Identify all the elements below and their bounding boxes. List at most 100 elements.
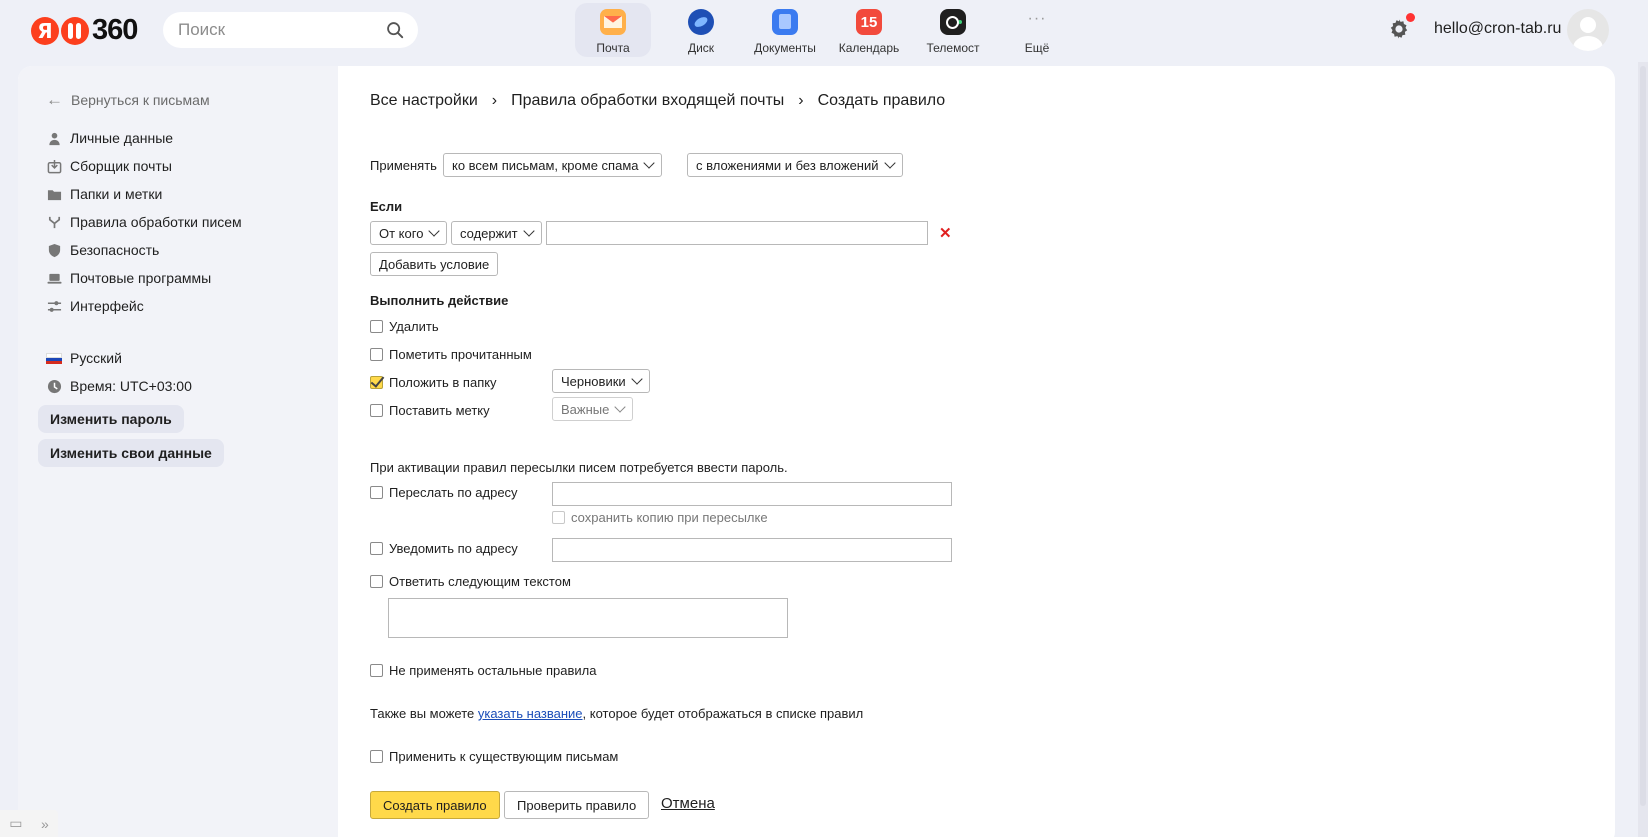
checkbox-label: Пометить прочитанным — [389, 347, 532, 362]
settings-sidebar: ← Вернуться к письмам Личные данные Сбор… — [18, 66, 338, 837]
keep-copy-checkbox[interactable] — [552, 511, 565, 524]
forward-address-input[interactable] — [552, 482, 952, 506]
service-label: Диск — [687, 41, 715, 55]
avatar[interactable] — [1567, 9, 1609, 51]
apply-existing-row[interactable]: Применить к существующим письмам — [370, 749, 618, 764]
sidebar-item-security[interactable]: Безопасность — [46, 236, 242, 264]
sidebar-item-interface[interactable]: Интерфейс — [46, 292, 242, 320]
language-selector[interactable]: Русский — [46, 344, 192, 372]
reply-text-area[interactable] — [388, 598, 788, 638]
condition-operator-select[interactable]: содержит — [451, 221, 542, 245]
service-disk[interactable]: Диск — [659, 3, 743, 57]
forward-row[interactable]: Переслать по адресу — [370, 485, 518, 500]
shield-icon — [46, 242, 62, 258]
mark-read-checkbox[interactable] — [370, 348, 383, 361]
breadcrumb-all-settings[interactable]: Все настройки — [370, 92, 478, 110]
checkbox-label: Поставить метку — [389, 403, 490, 418]
add-condition-button[interactable]: Добавить условие — [370, 252, 499, 276]
sidebar-item-label: Папки и метки — [70, 186, 163, 202]
sidebar-item-collector[interactable]: Сборщик почты — [46, 152, 242, 180]
sidebar-item-label: Правила обработки писем — [70, 214, 242, 230]
arrow-left-icon: ← — [46, 90, 63, 109]
rule-form: Все настройки › Правила обработки входящ… — [370, 66, 1570, 837]
specify-name-link[interactable]: указать название — [478, 706, 583, 721]
action-mark-read-row[interactable]: Пометить прочитанным — [370, 347, 532, 362]
timezone-selector[interactable]: Время: UTC+03:00 — [46, 372, 192, 400]
select-value: с вложениями и без вложений — [696, 157, 879, 173]
services-bar: Почта Диск Документы 15 Календарь Телемо… — [575, 3, 1079, 57]
notify-checkbox[interactable] — [370, 542, 383, 555]
check-rule-button[interactable]: Проверить правило — [504, 791, 650, 819]
set-label-checkbox[interactable] — [370, 404, 383, 417]
person-icon — [46, 130, 62, 146]
search-input[interactable] — [178, 20, 378, 40]
condition-field-select[interactable]: От кого — [370, 221, 448, 245]
inbox-download-icon — [46, 158, 62, 174]
search-box[interactable] — [163, 12, 418, 48]
hint-text: , которое будет отображаться в списке пр… — [582, 706, 864, 721]
yandex-logo-icon: Я — [31, 16, 59, 45]
breadcrumb-rules[interactable]: Правила обработки входящей почты — [511, 92, 784, 110]
create-rule-button[interactable]: Создать правило — [370, 791, 500, 819]
double-chevron-right-icon[interactable]: » — [41, 816, 49, 832]
forward-checkbox[interactable] — [370, 486, 383, 499]
action-set-label-row[interactable]: Поставить метку — [370, 403, 490, 418]
label-select[interactable]: Важные — [552, 397, 634, 421]
settings-card: ← Вернуться к письмам Личные данные Сбор… — [18, 66, 1615, 837]
delete-checkbox[interactable] — [370, 320, 383, 333]
action-delete-row[interactable]: Удалить — [370, 319, 439, 334]
service-telemost[interactable]: Телемост — [911, 3, 995, 57]
timezone-label: Время: UTC+03:00 — [70, 378, 192, 394]
notify-row[interactable]: Уведомить по адресу — [370, 541, 518, 556]
breadcrumb: Все настройки › Правила обработки входящ… — [370, 92, 945, 110]
search-icon[interactable] — [386, 21, 404, 39]
yandex-360-logo[interactable]: Я 360 — [31, 14, 138, 47]
mail-icon — [600, 9, 626, 35]
back-to-mail-link[interactable]: ← Вернуться к письмам — [46, 90, 210, 110]
chevron-down-icon — [883, 157, 896, 169]
service-label: Почта — [596, 41, 630, 55]
sliders-icon — [46, 298, 62, 314]
user-email[interactable]: hello@cron-tab.ru — [1434, 20, 1561, 38]
logo-mark-icon — [61, 16, 89, 45]
apply-scope-select[interactable]: ко всем письмам, кроме спама — [443, 153, 663, 177]
move-folder-checkbox[interactable] — [370, 376, 383, 389]
sidebar-item-personal[interactable]: Личные данные — [46, 124, 242, 152]
reply-row[interactable]: Ответить следующим текстом — [370, 574, 571, 589]
disk-icon — [688, 9, 714, 35]
checkbox-label: Ответить следующим текстом — [389, 574, 571, 589]
sidebar-item-folders[interactable]: Папки и метки — [46, 180, 242, 208]
russian-flag-icon — [46, 352, 62, 364]
sidebar-item-mail-clients[interactable]: Почтовые программы — [46, 264, 242, 292]
apply-existing-checkbox[interactable] — [370, 750, 383, 763]
notify-address-input[interactable] — [552, 538, 952, 562]
sidebar-item-rules[interactable]: Правила обработки писем — [46, 208, 242, 236]
clock-icon — [46, 378, 62, 394]
stop-rules-row[interactable]: Не применять остальные правила — [370, 663, 596, 678]
calendar-outline-icon[interactable]: ▭ — [9, 815, 22, 832]
stop-rules-checkbox[interactable] — [370, 664, 383, 677]
service-more[interactable]: ··· Ещё — [995, 3, 1079, 57]
select-value: Важные — [561, 401, 610, 417]
service-mail[interactable]: Почта — [575, 3, 651, 57]
apply-attachments-select[interactable]: с вложениями и без вложений — [687, 153, 903, 177]
scrollbar-thumb[interactable] — [1640, 66, 1646, 806]
change-data-button[interactable]: Изменить свои данные — [38, 439, 224, 467]
action-move-folder-row[interactable]: Положить в папку — [370, 375, 497, 390]
checkbox-label: Положить в папку — [389, 375, 497, 390]
remove-condition-icon[interactable]: ✕ — [939, 224, 952, 242]
checkbox-label: сохранить копию при пересылке — [571, 510, 768, 525]
reply-checkbox[interactable] — [370, 575, 383, 588]
checkbox-label: Уведомить по адресу — [389, 541, 518, 556]
service-calendar[interactable]: 15 Календарь — [827, 3, 911, 57]
select-value: ко всем письмам, кроме спама — [452, 157, 639, 173]
cancel-link[interactable]: Отмена — [661, 795, 715, 812]
change-password-button[interactable]: Изменить пароль — [38, 405, 184, 433]
folder-select[interactable]: Черновики — [552, 369, 650, 393]
condition-value-input[interactable] — [546, 221, 928, 245]
chevron-down-icon — [614, 401, 627, 413]
top-header: Я 360 Почта Диск Документы 15 Календарь … — [0, 0, 1648, 62]
keep-copy-row[interactable]: сохранить копию при пересылке — [552, 510, 768, 525]
service-documents[interactable]: Документы — [743, 3, 827, 57]
select-value: От кого — [379, 225, 424, 241]
